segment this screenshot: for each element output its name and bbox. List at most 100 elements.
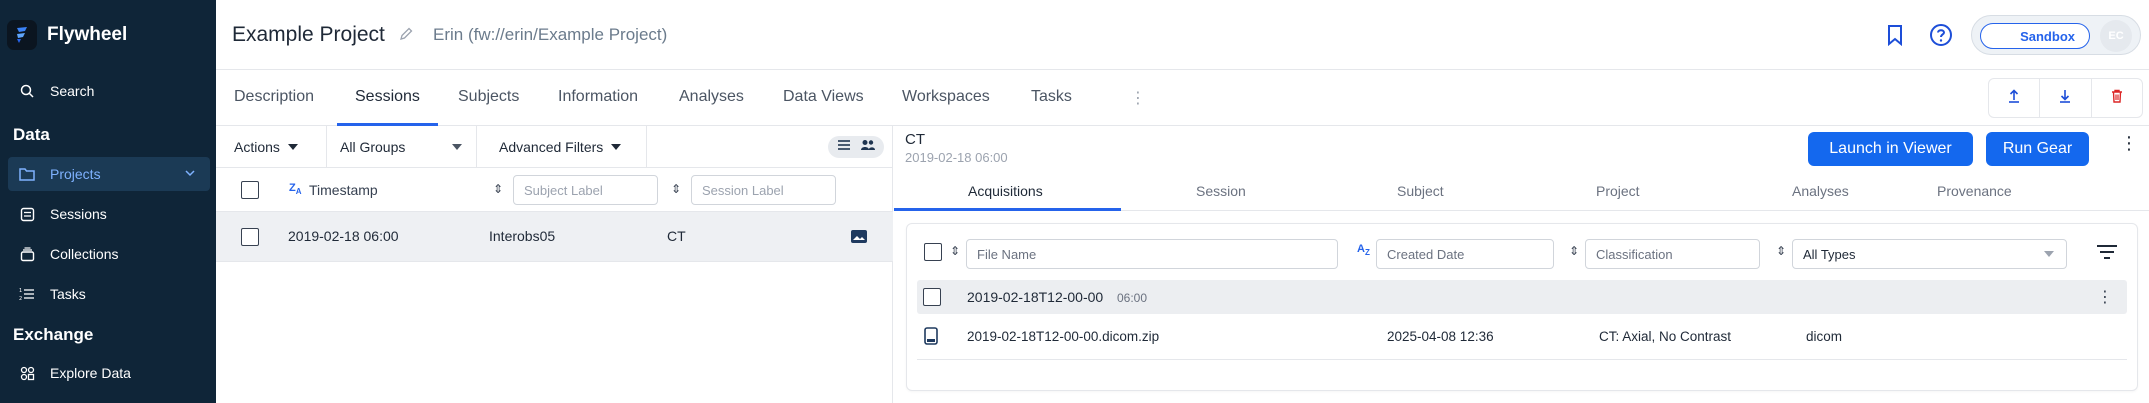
sort-az-icon[interactable]: AZ [1357, 243, 1370, 257]
acquisition-more-icon[interactable]: ⋮ [2097, 287, 2113, 307]
classification-filter[interactable]: Classification [1585, 239, 1760, 269]
acquisitions-card: ⇕ File Name AZ Created Date ⇕ Classifica… [906, 223, 2138, 391]
tabs-more-icon[interactable]: ⋮ [1130, 88, 1146, 108]
subtab-session[interactable]: Session [1196, 183, 1246, 199]
tab-tasks[interactable]: Tasks [1031, 88, 1072, 106]
image-icon[interactable] [850, 229, 868, 249]
subtab-project[interactable]: Project [1596, 183, 1640, 199]
acquisition-label: 2019-02-18T12-00-00 [967, 289, 1104, 305]
active-subtab-indicator [894, 208, 1121, 211]
tab-analyses[interactable]: Analyses [679, 88, 744, 106]
bookmark-icon[interactable] [1882, 22, 1908, 48]
folder-icon [16, 165, 38, 183]
run-gear-button[interactable]: Run Gear [1986, 132, 2089, 166]
sidebar-item-label: Tasks [50, 286, 86, 302]
sessions-icon [16, 205, 38, 223]
sidebar-item-explore-data[interactable]: Explore Data [8, 356, 210, 390]
session-label-filter[interactable]: Session Label [691, 175, 836, 205]
caret-down-icon [611, 144, 622, 150]
subject-label-filter[interactable]: Subject Label [513, 175, 658, 205]
sort-za-icon[interactable]: ZA [289, 182, 302, 196]
sandbox-button[interactable]: Sandbox [1980, 23, 2090, 49]
delete-button[interactable] [2092, 79, 2142, 117]
sort-icon[interactable]: ⇕ [1776, 244, 1786, 258]
created-date-filter[interactable]: Created Date [1376, 239, 1554, 269]
list-view-icon[interactable] [837, 138, 851, 156]
acquisitions-filter-row: ⇕ File Name AZ Created Date ⇕ Classifica… [907, 224, 2137, 280]
app-root: Flywheel Search Data Projects Sessions C… [0, 0, 2149, 403]
trash-icon [2109, 88, 2125, 109]
sidebar-item-tasks[interactable]: 1 2 Tasks [8, 277, 210, 311]
groups-dropdown[interactable]: All Groups [327, 126, 477, 168]
select-all-checkbox[interactable] [241, 181, 259, 199]
avatar[interactable]: EC [2100, 20, 2132, 52]
svg-text:1: 1 [19, 288, 22, 294]
caret-down-icon [287, 144, 298, 150]
select-all-checkbox[interactable] [924, 243, 942, 261]
file-row[interactable]: 2019-02-18T12-00-00.dicom.zip 2025-04-08… [917, 314, 2127, 360]
tab-workspaces[interactable]: Workspaces [902, 88, 990, 106]
view-toggle [828, 136, 884, 158]
sort-icon[interactable]: ⇕ [950, 244, 960, 258]
types-select[interactable]: All Types [1792, 239, 2067, 269]
download-button[interactable] [2040, 79, 2092, 117]
tab-subjects[interactable]: Subjects [458, 88, 519, 106]
advanced-filters-dropdown[interactable]: Advanced Filters [477, 126, 647, 168]
sessions-toolbar: Actions All Groups Advanced Filters [216, 126, 893, 168]
sort-options-icon[interactable] [2096, 244, 2118, 265]
sidebar-item-label: Projects [50, 166, 101, 182]
subtab-analyses[interactable]: Analyses [1792, 183, 1849, 199]
acquisition-group-row[interactable]: 2019-02-18T12-00-00 06:00 ⋮ [917, 280, 2127, 314]
help-icon[interactable] [1928, 22, 1954, 48]
sandbox-toggle: Sandbox EC [1971, 15, 2141, 55]
explore-data-icon [16, 364, 38, 382]
sidebar-section-data: Data [13, 125, 50, 144]
project-actions [1988, 78, 2143, 118]
file-name-filter[interactable]: File Name [966, 239, 1338, 269]
timestamp-column-header[interactable]: Timestamp [309, 182, 378, 198]
types-select-value: All Types [1803, 246, 1856, 262]
page-title: Example Project [232, 23, 385, 46]
project-path: Erin (fw://erin/Example Project) [433, 25, 668, 44]
sidebar-section-exchange: Exchange [13, 325, 94, 344]
row-checkbox[interactable] [241, 228, 259, 246]
acquisition-time: 06:00 [1117, 291, 1148, 305]
tab-sessions[interactable]: Sessions [355, 88, 420, 106]
brand[interactable]: Flywheel [0, 0, 216, 70]
subjects-view-icon[interactable] [860, 138, 876, 156]
groups-label: All Groups [340, 139, 406, 155]
upload-button[interactable] [1989, 79, 2041, 117]
sidebar-item-projects[interactable]: Projects [8, 157, 210, 191]
row-checkbox[interactable] [923, 288, 941, 306]
subtab-subject[interactable]: Subject [1397, 183, 1444, 199]
tab-data-views[interactable]: Data Views [783, 88, 864, 106]
tab-description[interactable]: Description [234, 88, 314, 106]
sidebar-search[interactable]: Search [8, 74, 210, 108]
file-name[interactable]: 2019-02-18T12-00-00.dicom.zip [967, 329, 1159, 344]
sidebar: Flywheel Search Data Projects Sessions C… [0, 0, 216, 403]
table-row[interactable]: 2019-02-18 06:00 Interobs05 CT [216, 212, 893, 262]
svg-text:2: 2 [19, 296, 22, 301]
sidebar-item-label: Explore Data [50, 365, 131, 381]
pencil-icon[interactable] [398, 26, 414, 47]
actions-dropdown[interactable]: Actions [216, 126, 327, 168]
sidebar-item-sessions[interactable]: Sessions [8, 197, 210, 231]
detail-subtabs: Acquisitions Session Subject Project Ana… [894, 171, 2149, 211]
sort-icon[interactable]: ⇕ [493, 182, 503, 196]
session-subject: Interobs05 [489, 228, 556, 244]
sort-icon[interactable]: ⇕ [671, 182, 681, 196]
session-subtitle: 2019-02-18 06:00 [905, 150, 1008, 165]
launch-in-viewer-button[interactable]: Launch in Viewer [1808, 132, 1973, 166]
session-timestamp: 2019-02-18 06:00 [288, 228, 399, 244]
sidebar-item-collections[interactable]: Collections [8, 237, 210, 271]
project-tabs: Description Sessions Subjects Informatio… [216, 70, 2149, 126]
more-options-icon[interactable]: ⋮ [2120, 134, 2138, 152]
sort-icon[interactable]: ⇕ [1569, 244, 1579, 258]
file-type: dicom [1806, 329, 1843, 344]
collections-icon [16, 245, 38, 263]
subtab-acquisitions[interactable]: Acquisitions [968, 183, 1043, 199]
sessions-table-header: ZA Timestamp ⇕ Subject Label ⇕ Session L… [216, 168, 893, 212]
tab-information[interactable]: Information [558, 88, 638, 106]
session-label: CT [667, 228, 686, 244]
subtab-provenance[interactable]: Provenance [1937, 183, 2012, 199]
